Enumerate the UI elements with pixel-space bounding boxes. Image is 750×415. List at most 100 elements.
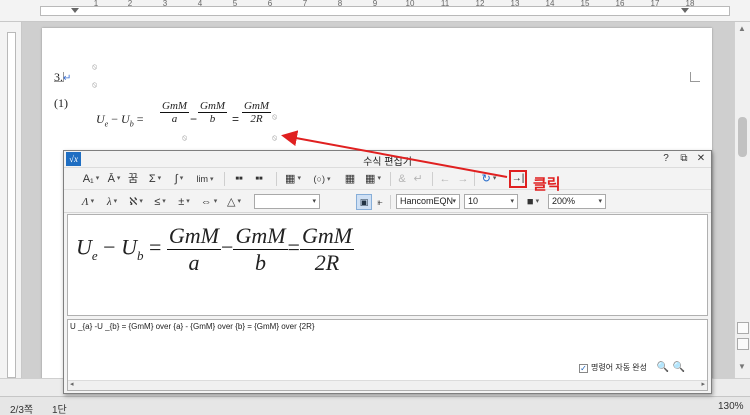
align-button[interactable]: ▣ xyxy=(356,194,372,210)
ruler-number: 7 xyxy=(302,0,308,8)
subscript-superscript-button[interactable]: A₁ ▾ xyxy=(80,171,102,187)
line-break-button[interactable]: ↵ xyxy=(412,171,424,187)
eq-numerator: GmM xyxy=(168,223,220,248)
ruler-indent-marker[interactable] xyxy=(71,8,79,13)
eq-subscript: e xyxy=(91,247,98,263)
scroll-left-icon[interactable]: ◂ xyxy=(70,380,74,388)
parenthesis-button[interactable]: (○) ▾ xyxy=(308,171,336,187)
ruler-track xyxy=(40,6,730,16)
script-editor[interactable]: U _{a} -U _{b} = {GmM} over {a} - {GmM} … xyxy=(67,319,708,391)
arrow-right-icon: → xyxy=(457,173,469,185)
return-icon: ↵ xyxy=(413,173,423,185)
ruler-number: 10 xyxy=(405,0,415,8)
dock-to-document-button[interactable]: →| xyxy=(509,170,527,188)
eq-term: U xyxy=(121,112,130,126)
font-select[interactable]: HancomEQN ▾ xyxy=(396,194,460,209)
vertical-scrollbar[interactable]: ▲ ▼ xyxy=(734,22,750,378)
close-button[interactable]: ✕ xyxy=(694,152,708,166)
ruler-right-marker[interactable] xyxy=(681,8,689,13)
eq-denominator: b xyxy=(209,113,216,125)
greek-lower-button[interactable]: λ ▾ xyxy=(102,194,122,210)
zoom-select[interactable]: 200% ▾ xyxy=(548,194,606,209)
eq-operator: = xyxy=(136,112,144,126)
eq-term: U xyxy=(121,234,137,260)
ampersand-button[interactable]: & xyxy=(396,171,408,187)
operator-button[interactable]: ± ▾ xyxy=(174,194,194,210)
overbar-icon: Ā xyxy=(107,173,115,185)
symbol-button[interactable]: ℵ ▾ xyxy=(126,194,146,210)
zoom-out-icon[interactable]: 🔍 xyxy=(657,362,669,373)
eq-numerator: GmM xyxy=(162,100,188,112)
arrow-button[interactable]: ⇔ ▾ xyxy=(198,194,220,210)
eq-term: U xyxy=(96,112,105,126)
object-marker-icon: ⦸ xyxy=(272,112,278,121)
next-page-button[interactable] xyxy=(737,338,749,350)
chevron-down-icon: ▾ xyxy=(312,198,316,205)
matrix-icon: ■■ xyxy=(235,176,243,182)
object-marker-icon: ⦸ xyxy=(92,80,98,89)
limit-button[interactable]: lim ▾ xyxy=(192,171,218,187)
sigma-button[interactable]: Σ ▾ xyxy=(144,171,166,187)
greek-upper-button[interactable]: Λ ▾ xyxy=(78,194,98,210)
ruler-number: 2 xyxy=(127,0,133,8)
dock-icon: →| xyxy=(511,173,525,184)
equation-preview[interactable]: Ue − Ub = GmM a − GmM b = GmM 2R xyxy=(67,214,708,316)
misc-symbol-button[interactable]: △ ▾ xyxy=(224,194,244,210)
eq-fraction: GmM 2R xyxy=(242,100,272,125)
update-equation-button[interactable]: ↻ ▾ xyxy=(478,171,500,187)
color-button[interactable]: ■ ▾ xyxy=(522,194,544,210)
eq-denominator: 2R xyxy=(250,113,263,125)
decoration-button[interactable]: Ā ▾ xyxy=(104,171,124,187)
size-select-value: 10 xyxy=(468,196,479,206)
scrollbar-thumb[interactable] xyxy=(738,117,747,157)
restore-button[interactable]: ⧉ xyxy=(677,152,691,166)
ruler-number: 14 xyxy=(545,0,555,8)
ruler-number: 11 xyxy=(440,0,450,8)
top-ruler[interactable]: 1 2 3 4 5 6 7 8 9 10 11 12 13 14 15 16 1… xyxy=(0,0,750,22)
ruler-track xyxy=(7,32,16,378)
left-ruler[interactable] xyxy=(0,22,22,378)
eq-denominator: b xyxy=(254,250,266,275)
script-input[interactable]: U _{a} -U _{b} = {GmM} over {a} - {GmM} … xyxy=(70,322,315,331)
eq-operator: − xyxy=(190,112,198,126)
align-right-button[interactable]: ⫦ xyxy=(374,194,386,210)
plus-minus-icon: ± xyxy=(178,196,185,208)
eq-denominator: a xyxy=(188,250,200,275)
help-button[interactable]: ? xyxy=(659,152,673,166)
eq-operator: − xyxy=(103,234,116,260)
scroll-right-icon[interactable]: ▸ xyxy=(701,380,705,388)
script-horizontal-scrollbar[interactable]: ◂ ▸ xyxy=(68,380,707,390)
ruler-number: 16 xyxy=(615,0,625,8)
matrix-button[interactable]: ■■ xyxy=(230,171,248,187)
scroll-up-icon[interactable]: ▲ xyxy=(738,24,746,33)
matrix-layout-button[interactable]: ▦ ▾ xyxy=(282,171,304,187)
chevron-down-icon: ▾ xyxy=(510,198,514,205)
editor-toolbar-1: A₁ ▾ Ā ▾ 꿈 Σ ▾ ∫ ▾ lim ▾ ■■ ■■ ▦ ▾ (○) ▾ ▦ ▦ ▾ &… xyxy=(64,168,711,190)
eq-numerator: GmM xyxy=(301,223,353,248)
size-select[interactable]: 10 ▾ xyxy=(464,194,518,209)
document-equation[interactable]: Ue − Ub = GmM a − GmM b = GmM 2R xyxy=(96,100,296,142)
eq-operator: = xyxy=(287,234,300,260)
relation-button[interactable]: ≤ ▾ xyxy=(150,194,170,210)
matrix-button[interactable]: ■■ xyxy=(250,171,268,187)
style-select[interactable]: ▾ xyxy=(254,194,320,209)
scroll-down-icon[interactable]: ▼ xyxy=(738,362,746,371)
eq-subscript: b xyxy=(129,119,134,129)
eq-operator: − xyxy=(221,234,234,260)
table-button[interactable]: ▦ xyxy=(342,171,358,187)
undo-button[interactable]: ← xyxy=(438,171,452,187)
zoom-indicator: 130% xyxy=(718,401,744,412)
editor-titlebar[interactable]: √x 수식 편집기 ? ⧉ ✕ xyxy=(64,151,711,168)
integral-button[interactable]: ∫ ▾ xyxy=(168,171,190,187)
equation-editor-window[interactable]: √x 수식 편집기 ? ⧉ ✕ A₁ ▾ Ā ▾ 꿈 Σ ▾ ∫ ▾ lim ▾ ■■ ■… xyxy=(63,150,712,394)
auto-complete-toggle[interactable]: ✓ 명령어 자동 완성 xyxy=(579,362,647,373)
bracket-button[interactable]: 꿈 xyxy=(126,171,140,187)
zoom-in-icon[interactable]: 🔍 xyxy=(673,362,685,373)
redo-button[interactable]: → xyxy=(456,171,470,187)
table-layout-button[interactable]: ▦ ▾ xyxy=(362,171,384,187)
checkbox-icon[interactable]: ✓ xyxy=(579,364,589,373)
prev-page-button[interactable] xyxy=(737,322,749,334)
ruler-number: 18 xyxy=(685,0,695,8)
eq-numerator: GmM xyxy=(200,100,226,112)
eq-fraction: GmM b xyxy=(198,100,228,125)
